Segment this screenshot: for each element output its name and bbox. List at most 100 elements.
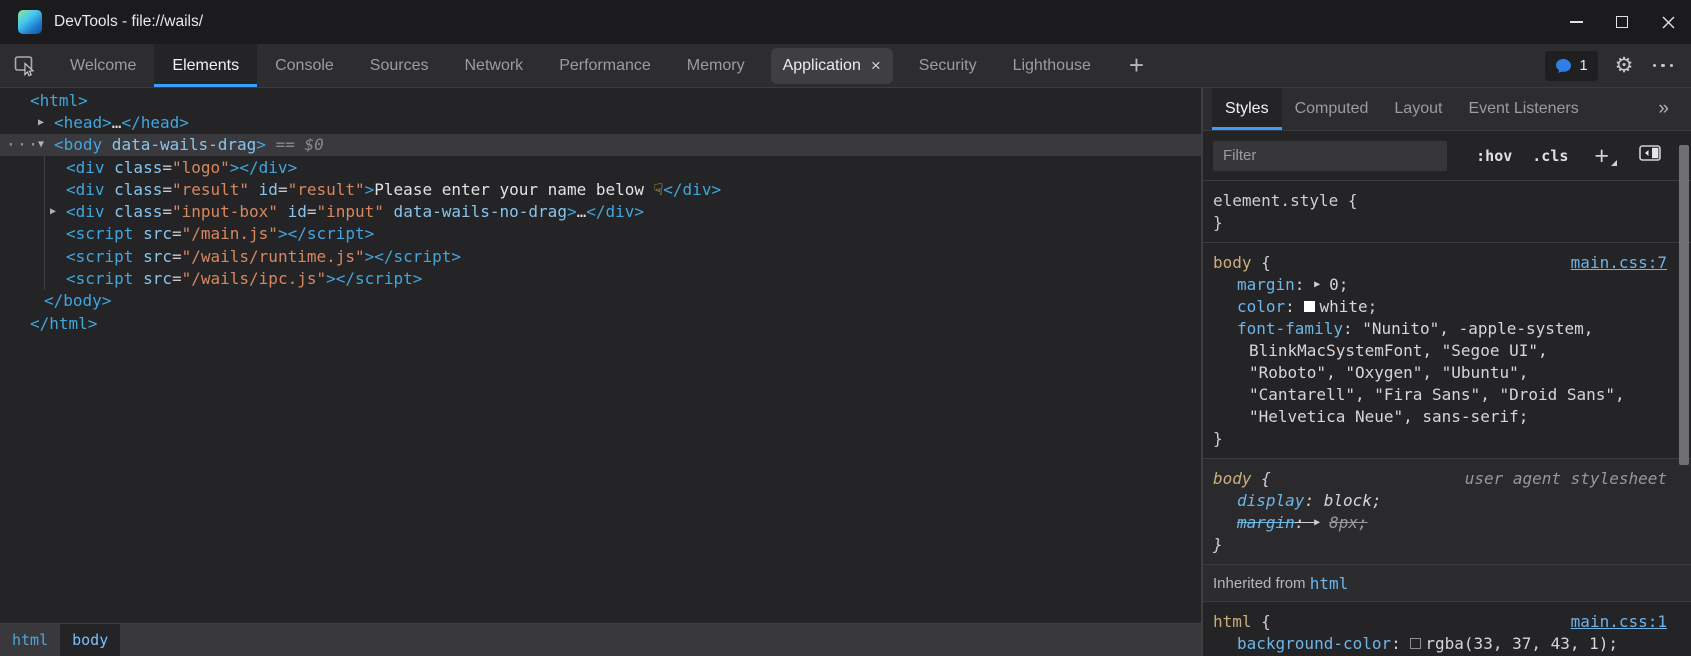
dom-tree-row[interactable]: <div class="logo"></div> bbox=[0, 156, 1201, 178]
maximize-icon bbox=[1616, 16, 1628, 28]
css-rule-line[interactable]: html {main.css:1 bbox=[1213, 610, 1667, 632]
speech-bubble-icon bbox=[1555, 58, 1572, 74]
token-link[interactable]: main.css:1 bbox=[1571, 612, 1667, 631]
maximize-button[interactable] bbox=[1599, 0, 1645, 44]
tab-memory[interactable]: Memory bbox=[669, 44, 763, 87]
dom-tree-row[interactable]: <div class="result" id="result">Please e… bbox=[0, 178, 1201, 200]
breadcrumb-body[interactable]: body bbox=[60, 624, 120, 656]
more-options-icon[interactable] bbox=[1651, 60, 1676, 72]
tab-elements[interactable]: Elements bbox=[154, 44, 257, 87]
settings-gear-icon[interactable]: ⚙ bbox=[1615, 55, 1634, 76]
close-button[interactable] bbox=[1645, 0, 1691, 44]
token-tag: <head> bbox=[54, 113, 112, 132]
close-tab-icon[interactable]: × bbox=[871, 57, 881, 74]
dom-tree-row[interactable]: <script src="/wails/ipc.js"></script> bbox=[0, 267, 1201, 289]
css-rule-line[interactable]: font-family: "Nunito", -apple-system, bbox=[1213, 317, 1667, 339]
token-tag: </div> bbox=[586, 202, 644, 221]
token-eq: = bbox=[307, 202, 317, 221]
css-rule-line[interactable]: } bbox=[1213, 533, 1667, 555]
token-punc: { bbox=[1252, 469, 1271, 488]
breadcrumb-html[interactable]: html bbox=[0, 624, 60, 656]
css-rule-line[interactable]: margin: ▶0; bbox=[1213, 273, 1667, 295]
tab-sources[interactable]: Sources bbox=[352, 44, 447, 87]
token-tag: </body> bbox=[44, 291, 111, 310]
tab-security[interactable]: Security bbox=[901, 44, 995, 87]
token-tag: <div bbox=[66, 158, 105, 177]
feedback-badge-button[interactable]: 1 bbox=[1545, 51, 1597, 81]
token-cval: "Cantarell", "Fira Sans", "Droid Sans", bbox=[1249, 385, 1625, 404]
tab-layout[interactable]: Layout bbox=[1381, 88, 1455, 130]
tab-styles[interactable]: Styles bbox=[1212, 88, 1282, 130]
css-rule-line[interactable]: body {main.css:7 bbox=[1213, 251, 1667, 273]
css-rule-line[interactable]: display: block; bbox=[1213, 489, 1667, 511]
tab-event-listeners[interactable]: Event Listeners bbox=[1455, 88, 1591, 130]
token-cval: block bbox=[1324, 491, 1372, 510]
css-rule-line[interactable]: BlinkMacSystemFont, "Segoe UI", bbox=[1213, 339, 1667, 361]
new-style-rule-button[interactable]: + bbox=[1594, 146, 1609, 166]
element-style-section: element.style {} bbox=[1203, 181, 1691, 243]
more-tabs-chevron-icon[interactable]: » bbox=[1658, 98, 1669, 120]
dom-tree-row[interactable]: </html> bbox=[0, 312, 1201, 334]
css-rule-line[interactable]: background-color: rgba(33, 37, 43, 1); bbox=[1213, 632, 1667, 654]
styles-scrollbar-thumb[interactable] bbox=[1679, 145, 1689, 465]
toggle-element-state-button[interactable]: :hov bbox=[1476, 147, 1512, 165]
css-rule-line[interactable]: "Cantarell", "Fira Sans", "Droid Sans", bbox=[1213, 383, 1667, 405]
dom-tree-row[interactable]: ···▼<body data-wails-drag> == $0 bbox=[0, 134, 1201, 156]
dom-tree-row[interactable]: <script src="/main.js"></script> bbox=[0, 223, 1201, 245]
tab-console[interactable]: Console bbox=[257, 44, 352, 87]
token-metaR: user agent stylesheet bbox=[1465, 469, 1667, 488]
dom-tree-row[interactable]: <script src="/wails/runtime.js"></script… bbox=[0, 245, 1201, 267]
devtools-tab-bar: Welcome Elements Console Sources Network… bbox=[0, 44, 1691, 88]
devtools-window: DevTools - file://wails/ Welcome Element… bbox=[0, 0, 1691, 656]
css-rule-line[interactable]: color: white; bbox=[1213, 295, 1667, 317]
dom-tree-row[interactable]: </body> bbox=[0, 290, 1201, 312]
css-rule-line[interactable]: margin: ▶8px; bbox=[1213, 511, 1667, 533]
breadcrumb: html body bbox=[0, 623, 1201, 656]
tab-application[interactable]: Application × bbox=[771, 44, 893, 87]
token-dots: ··· bbox=[6, 135, 38, 154]
dom-tree-row[interactable]: ▶<div class="input-box" id="input" data-… bbox=[0, 200, 1201, 222]
token-attr: src bbox=[133, 247, 172, 266]
close-icon bbox=[1662, 16, 1675, 29]
token-punc: : bbox=[1343, 319, 1362, 338]
token-eq: = bbox=[172, 224, 182, 243]
token-hlink[interactable]: html bbox=[1310, 574, 1349, 593]
toggle-computed-sidebar-button[interactable] bbox=[1639, 145, 1661, 166]
tab-welcome[interactable]: Welcome bbox=[52, 44, 154, 87]
more-tools-button[interactable]: + bbox=[1115, 44, 1158, 87]
token-punc: ; bbox=[1608, 634, 1618, 653]
token-link[interactable]: main.css:7 bbox=[1571, 253, 1667, 272]
token-arrow: ▼ bbox=[38, 139, 54, 150]
token-attr: id bbox=[278, 202, 307, 221]
token-punc: ; bbox=[1368, 297, 1378, 316]
css-rule-line[interactable]: body {user agent stylesheet bbox=[1213, 467, 1667, 489]
styles-sidebar: Styles Computed Layout Event Listeners »… bbox=[1203, 88, 1691, 656]
inherited-header-line[interactable]: Inherited from html bbox=[1213, 572, 1667, 594]
tab-performance-real[interactable]: Performance bbox=[541, 44, 669, 87]
styles-toolbar-buttons: :hov .cls + bbox=[1476, 145, 1661, 166]
css-rule-line[interactable]: "Helvetica Neue", sans-serif; bbox=[1213, 405, 1667, 427]
inspect-icon bbox=[14, 55, 38, 77]
token-tri: ▶ bbox=[1314, 517, 1329, 528]
token-tag: ></script> bbox=[278, 224, 374, 243]
token-propS: margin bbox=[1237, 513, 1295, 532]
dom-tree-row[interactable]: <html> bbox=[0, 89, 1201, 111]
token-tag: <html> bbox=[30, 91, 88, 110]
user-agent-rule-section: body {user agent stylesheetdisplay: bloc… bbox=[1203, 459, 1691, 565]
element-classes-button[interactable]: .cls bbox=[1532, 147, 1568, 165]
body-rule-section: body {main.css:7margin: ▶0;color: white;… bbox=[1203, 243, 1691, 459]
css-rule-line[interactable]: "Roboto", "Oxygen", "Ubuntu", bbox=[1213, 361, 1667, 383]
token-attr: data-wails-no-drag bbox=[384, 202, 567, 221]
tab-lighthouse[interactable]: Lighthouse bbox=[995, 44, 1109, 87]
minimize-button[interactable] bbox=[1553, 0, 1599, 44]
token-cval: rgba(33, 37, 43, 1) bbox=[1425, 634, 1608, 653]
css-rule-line[interactable]: } bbox=[1213, 211, 1667, 233]
tab-computed[interactable]: Computed bbox=[1282, 88, 1382, 130]
css-rule-line[interactable]: } bbox=[1213, 427, 1667, 449]
css-rule-line[interactable]: element.style { bbox=[1213, 189, 1667, 211]
styles-filter-input[interactable] bbox=[1213, 141, 1447, 171]
dom-tree-row[interactable]: ▶<head>…</head> bbox=[0, 111, 1201, 133]
inspect-element-button[interactable] bbox=[0, 44, 52, 87]
tab-performance[interactable]: Network bbox=[447, 44, 542, 87]
token-attr: src bbox=[133, 269, 172, 288]
